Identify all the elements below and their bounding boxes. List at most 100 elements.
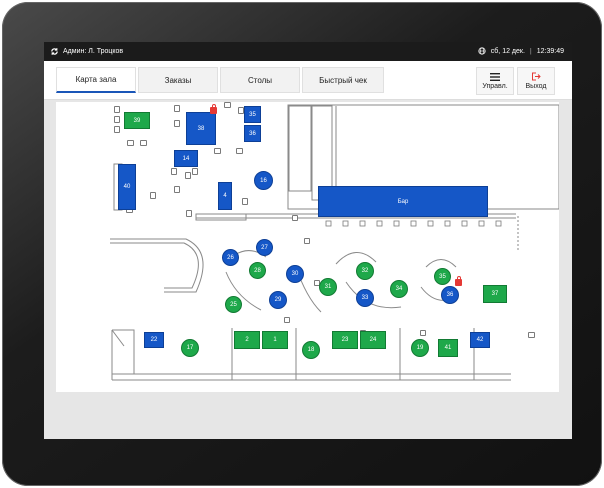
logout-icon xyxy=(532,72,541,81)
chair xyxy=(127,140,134,146)
table-36-hall[interactable]: 36 xyxy=(441,286,459,304)
chair xyxy=(242,198,248,205)
table-number: 14 xyxy=(182,155,190,162)
table-24[interactable]: 24 xyxy=(360,331,386,349)
tablet-frame: Админ: Л. Троцков сб, 12 дек. | 12:39:49… xyxy=(2,2,602,486)
chair xyxy=(140,140,147,146)
table-2[interactable]: 2 xyxy=(234,331,260,349)
table-25[interactable]: 25 xyxy=(225,296,242,313)
table-41[interactable]: 41 xyxy=(438,339,458,357)
chair xyxy=(174,120,180,127)
table-number: 22 xyxy=(150,337,158,343)
table-32[interactable]: 32 xyxy=(356,262,374,280)
table-34[interactable]: 34 xyxy=(390,280,408,298)
table-number: 4 xyxy=(223,193,227,199)
date-label: сб, 12 дек. xyxy=(490,47,525,55)
table-number: 26 xyxy=(227,254,234,261)
user-label: Админ: Л. Троцков xyxy=(63,48,124,55)
table-17[interactable]: 17 xyxy=(181,339,199,357)
table-number: 41 xyxy=(444,345,452,351)
table-number: 34 xyxy=(395,286,403,292)
table-number: 18 xyxy=(307,347,315,353)
manage-label: Управл. xyxy=(482,82,508,90)
bar-label: Бар xyxy=(397,198,409,205)
tab-quick-check[interactable]: Быстрый чек xyxy=(302,67,384,93)
table-39[interactable]: 39 xyxy=(124,112,150,129)
chair xyxy=(420,330,426,336)
table-number: 29 xyxy=(274,297,282,303)
table-number: 33 xyxy=(361,295,369,301)
chair xyxy=(114,126,120,133)
chair xyxy=(174,105,180,112)
table-number: 1 xyxy=(273,337,277,343)
tab-tables[interactable]: Столы xyxy=(220,67,300,93)
table-number: 42 xyxy=(476,337,484,343)
table-18[interactable]: 18 xyxy=(302,341,320,359)
table-29[interactable]: 29 xyxy=(269,291,287,309)
table-number: 38 xyxy=(197,125,205,132)
table-36[interactable]: 36 xyxy=(244,125,261,142)
table-4[interactable]: 4 xyxy=(218,182,232,210)
table-number: 23 xyxy=(341,337,349,343)
table-number: 32 xyxy=(361,268,369,274)
globe-icon[interactable] xyxy=(478,47,486,55)
chair xyxy=(528,332,535,338)
status-bar: Админ: Л. Троцков сб, 12 дек. | 12:39:49 xyxy=(44,42,572,61)
table-30[interactable]: 30 xyxy=(286,265,304,283)
time-label: 12:39:49 xyxy=(536,47,564,55)
table-number: 31 xyxy=(324,284,332,290)
table-28[interactable]: 28 xyxy=(249,262,266,279)
chair xyxy=(214,148,221,154)
tab-label: Карта зала xyxy=(75,75,117,84)
table-35[interactable]: 35 xyxy=(244,106,261,123)
separator: | xyxy=(529,47,532,55)
table-number: 39 xyxy=(133,117,141,124)
table-16[interactable]: 16 xyxy=(254,171,273,190)
table-26[interactable]: 26 xyxy=(222,249,239,266)
table-number: 24 xyxy=(369,337,377,343)
tab-label: Столы xyxy=(247,75,273,85)
table-number: 35 xyxy=(439,273,446,280)
table-number: 17 xyxy=(186,345,194,351)
table-number: 19 xyxy=(416,345,424,351)
tab-hall-map[interactable]: Карта зала xyxy=(56,67,136,93)
table-number: 28 xyxy=(254,267,261,274)
exit-label: Выход xyxy=(525,83,547,90)
chair xyxy=(224,102,231,108)
table-number: 36 xyxy=(249,130,256,137)
table-27[interactable]: 27 xyxy=(256,239,273,256)
table-number: 37 xyxy=(491,291,499,297)
table-1[interactable]: 1 xyxy=(262,331,288,349)
table-22[interactable]: 22 xyxy=(144,332,164,348)
chair xyxy=(185,172,191,179)
chair xyxy=(171,168,177,175)
chair xyxy=(192,168,198,175)
table-19[interactable]: 19 xyxy=(411,339,429,357)
table-23[interactable]: 23 xyxy=(332,331,358,349)
bar-counter[interactable]: Бар xyxy=(318,186,488,217)
table-38[interactable]: 38 xyxy=(186,112,216,145)
table-31[interactable]: 31 xyxy=(319,278,337,296)
table-33[interactable]: 33 xyxy=(356,289,374,307)
exit-button[interactable]: Выход xyxy=(517,67,555,95)
manage-button[interactable]: Управл. xyxy=(476,67,514,95)
chair xyxy=(174,186,180,193)
tab-orders[interactable]: Заказы xyxy=(138,67,218,93)
chair xyxy=(114,116,120,123)
table-number: 2 xyxy=(245,337,249,343)
table-number: 27 xyxy=(261,244,268,251)
chair xyxy=(292,215,298,221)
menu-icon xyxy=(490,72,500,81)
table-40[interactable]: 40 xyxy=(118,164,136,210)
sync-icon[interactable] xyxy=(50,47,59,56)
table-35-hall[interactable]: 35 xyxy=(434,268,451,285)
lock-icon xyxy=(210,104,217,114)
table-14[interactable]: 14 xyxy=(174,150,198,167)
chair xyxy=(284,317,290,323)
chair xyxy=(236,148,243,154)
chair xyxy=(186,210,192,217)
table-37[interactable]: 37 xyxy=(483,285,507,303)
table-number: 16 xyxy=(260,177,267,184)
table-42[interactable]: 42 xyxy=(470,332,490,348)
chair xyxy=(304,238,310,244)
